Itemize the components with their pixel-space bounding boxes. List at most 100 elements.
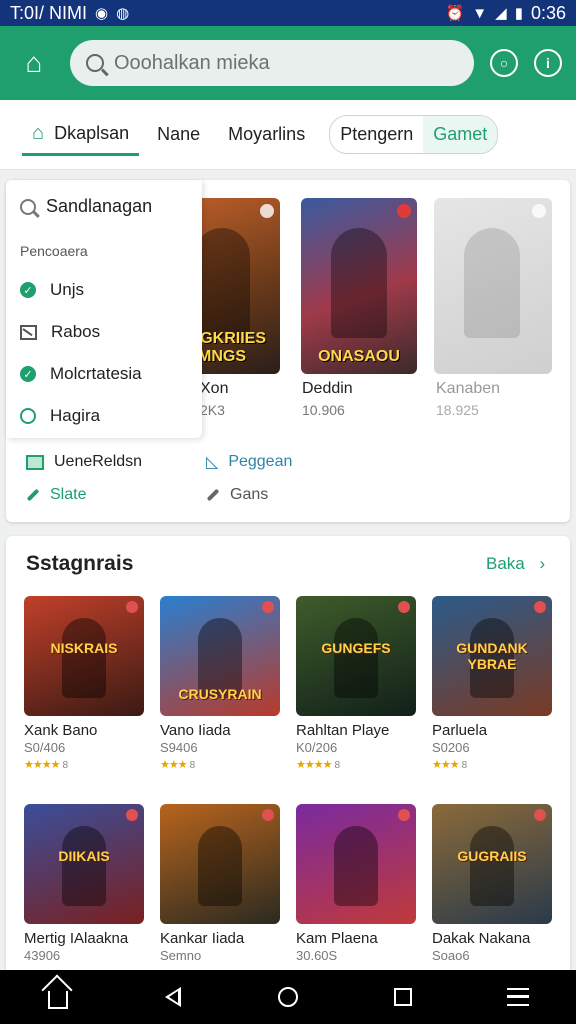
game-card[interactable]: GUNDANK YBRAE Parluela S0206 ★★★ 8 (432, 596, 552, 773)
game-art-title: DIIKAIS (58, 848, 110, 864)
game-card[interactable]: CRUSYRAIN Vano Iiada S9406 ★★★ 8 (160, 596, 280, 773)
tab-label: Nane (157, 124, 201, 144)
featured-count: 10.906 (302, 402, 345, 418)
search-input[interactable]: Ooohalkan mieka (70, 40, 474, 86)
tab-categories[interactable]: Moyarlins (218, 116, 315, 153)
favorite-icon[interactable] (534, 601, 546, 613)
pill-tab[interactable]: Ptengern (330, 116, 423, 153)
option-label: Gans (230, 486, 269, 503)
hero-art (334, 826, 378, 906)
menu-item-label: Molcrtatesia (50, 364, 142, 383)
game-name: Vano Iiada (160, 722, 231, 739)
game-thumbnail[interactable]: DIIKAIS (24, 804, 144, 924)
featured-card[interactable]: ONASAOU (301, 198, 417, 374)
featured-count: 18.925 (436, 402, 479, 418)
tab-label: Moyarlins (228, 124, 306, 144)
featured-title: Kanaben (436, 380, 501, 397)
game-art-title: GUNGEFS (321, 640, 391, 656)
pencil-icon (206, 488, 220, 502)
game-thumbnail[interactable]: GUNGEFS (296, 596, 416, 716)
featured-count: 2K3 (200, 402, 225, 418)
search-placeholder: Ooohalkan mieka (114, 51, 270, 74)
menu-icon[interactable] (498, 988, 538, 1006)
menu-section-title: Pencoaera (20, 243, 88, 259)
game-thumbnail[interactable]: GUNDANK YBRAE (432, 596, 552, 716)
hero-art (194, 228, 250, 338)
status-bar: T:0I/ NIMI ◉ ◍ ⏰ ▼ ◢ ▮ 0:36 (0, 0, 576, 26)
battery-icon: ▮ (514, 5, 523, 22)
option-label: Slate (50, 486, 87, 503)
tab-home[interactable]: ⌂ Dkaplsan (22, 114, 140, 156)
game-price: S0/406 (24, 740, 66, 755)
game-thumbnail[interactable]: GUGRAIIS (432, 804, 552, 924)
favorite-icon[interactable] (398, 809, 410, 821)
circle-home-icon[interactable] (268, 987, 308, 1007)
rating-row: ★★★ 8 (432, 755, 552, 773)
rating-row: ★★★★ 8 (296, 755, 416, 773)
game-art-title: GUGRAIIS (457, 848, 527, 864)
favorite-icon[interactable] (262, 601, 274, 613)
check-icon: ✓ (20, 282, 36, 298)
favorite-icon[interactable] (397, 204, 411, 218)
rating-stars: ★★★ (432, 759, 460, 771)
game-price: 43906 (24, 948, 61, 963)
featured-title: Xon (200, 380, 229, 397)
game-card[interactable]: GUGRAIIS Dakak Nakana Soao6 (432, 804, 552, 963)
menu-search[interactable]: Sandlanagan (20, 196, 188, 217)
option-item[interactable]: UeneReldsn (26, 452, 176, 472)
home-icon[interactable]: ⌂ (14, 43, 54, 83)
game-price: 30.60S (296, 948, 338, 963)
game-price: S0206 (432, 740, 470, 755)
game-card[interactable]: NISKRAIS Xank Bano S0/406 ★★★★ 8 (24, 596, 144, 773)
game-card[interactable]: DIIKAIS Mertig IAlaakna 43906 (24, 804, 144, 963)
featured-caption: ONASAOU (318, 348, 400, 365)
menu-item-label: Unjs (50, 280, 85, 299)
favorite-icon[interactable] (260, 204, 274, 218)
game-card[interactable]: Kankar Iiada Semno (160, 804, 280, 963)
home-nav-icon[interactable] (38, 985, 78, 1009)
menu-search-label: Sandlanagan (46, 196, 153, 216)
pencil-icon (26, 488, 40, 502)
option-item[interactable]: ◺ Peggean (206, 452, 356, 472)
image-icon (26, 454, 44, 470)
featured-card[interactable] (434, 198, 552, 374)
game-thumbnail[interactable] (160, 804, 280, 924)
filter-pill: Ptengern Gamet (329, 115, 499, 154)
game-name: Kankar Iiada (160, 930, 245, 947)
tab-name[interactable]: Nane (147, 116, 210, 153)
check-icon: ✓ (20, 366, 36, 382)
favorite-icon[interactable] (262, 809, 274, 821)
game-thumbnail[interactable]: NISKRAIS (24, 596, 144, 716)
game-card[interactable]: Kam Plaena 30.60S (296, 804, 416, 963)
game-card[interactable]: GUNGEFS Rahltan Playe K0/206 ★★★★ 8 (296, 596, 416, 773)
favorite-icon[interactable] (398, 601, 410, 613)
game-name: Mertig IAlaakna (24, 930, 129, 947)
game-price: Semno (160, 948, 202, 963)
option-item[interactable]: Gans (206, 486, 356, 504)
favorite-icon[interactable] (126, 809, 138, 821)
clock: 0:36 (530, 2, 566, 23)
pill-tab-games[interactable]: Gamet (423, 116, 498, 153)
menu-item[interactable]: ✓ Molcrtatesia (20, 353, 188, 395)
menu-item[interactable]: Rabos (20, 311, 188, 353)
game-thumbnail[interactable] (296, 804, 416, 924)
favorite-icon[interactable] (534, 809, 546, 821)
see-all-link[interactable]: Baka › (486, 554, 545, 574)
chevron-right-icon: › (539, 554, 546, 573)
game-name: Parluela (432, 722, 488, 739)
game-thumbnail[interactable]: CRUSYRAIN (160, 596, 280, 716)
option-label: UeneReldsn (54, 453, 143, 470)
favorite-icon[interactable] (126, 601, 138, 613)
option-item[interactable]: Slate (26, 486, 176, 504)
game-name: Dakak Nakana (432, 930, 531, 947)
menu-item[interactable]: Hagira (20, 395, 188, 437)
menu-item[interactable]: ✓ Unjs (20, 269, 188, 311)
rating-stars: ★★★ (160, 759, 188, 771)
game-art-title: CRUSYRAIN (178, 686, 262, 702)
account-icon[interactable]: i (534, 49, 562, 77)
record-icon[interactable]: ○ (490, 49, 518, 77)
back-icon[interactable] (153, 987, 193, 1007)
recents-icon[interactable] (383, 988, 423, 1006)
favorite-icon[interactable] (532, 204, 546, 218)
wifi-icon: ▼ (472, 4, 488, 22)
